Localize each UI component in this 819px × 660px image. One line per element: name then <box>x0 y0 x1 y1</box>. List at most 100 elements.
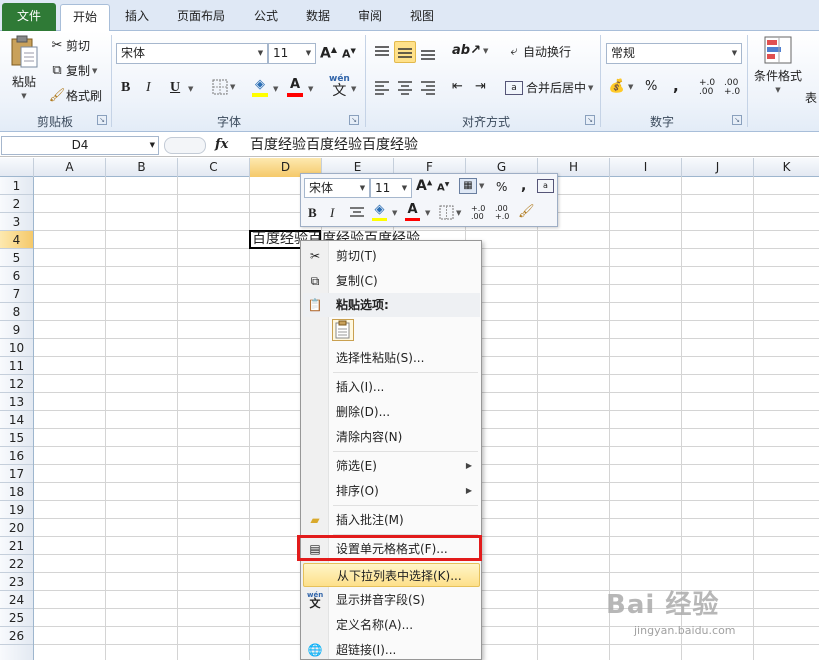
row-header[interactable]: 12 <box>0 375 33 393</box>
mini-font-combo[interactable]: 宋体 ▼ <box>304 178 370 198</box>
fill-color-button[interactable]: ◈ <box>252 77 268 97</box>
chevron-down-icon[interactable]: ▼ <box>150 137 155 154</box>
tab-home[interactable]: 开始 <box>60 4 110 32</box>
align-top-button[interactable] <box>373 43 391 61</box>
row-header[interactable]: 24 <box>0 591 33 609</box>
chevron-down-icon[interactable]: ▼ <box>398 179 411 198</box>
mini-shrink-font-button[interactable]: A▼ <box>437 181 449 193</box>
comma-button[interactable]: , <box>673 77 679 95</box>
menu-item-hyperlink[interactable]: 🌐 超链接(I)... <box>303 638 480 660</box>
menu-item-delete[interactable]: 删除(D)... <box>303 400 480 424</box>
column-header[interactable]: B <box>106 158 178 177</box>
mini-border-button[interactable]: ▼ <box>439 205 461 220</box>
row-header[interactable]: 13 <box>0 393 33 411</box>
menu-item-sort[interactable]: 排序(O) ▶ <box>303 479 480 503</box>
format-painter-button[interactable]: 🖌 格式刷 <box>48 87 102 104</box>
row-header[interactable]: 8 <box>0 303 33 321</box>
menu-item-define-name[interactable]: 定义名称(A)... <box>303 613 480 637</box>
dialog-launcher-icon[interactable]: ↘ <box>585 115 595 125</box>
mini-increase-decimal-button[interactable]: +.0 .00 <box>471 205 489 221</box>
tab-view[interactable]: 视图 <box>400 4 444 31</box>
border-button[interactable]: ▼ <box>212 79 235 95</box>
column-header[interactable]: J <box>682 158 754 177</box>
formula-bar-splitter[interactable] <box>164 137 206 154</box>
font-name-combo[interactable]: 宋体 ▼ <box>116 43 268 64</box>
bold-button[interactable]: B <box>121 80 130 96</box>
conditional-format-button[interactable]: 条件格式 ▼ <box>752 35 804 94</box>
mini-font-color-dropdown[interactable]: ▼ <box>423 209 430 217</box>
formula-input[interactable]: 百度经验百度经验百度经验 <box>250 136 418 155</box>
menu-item-filter[interactable]: 筛选(E) ▶ <box>303 454 480 478</box>
chevron-down-icon[interactable]: ▼ <box>254 44 267 63</box>
phonetic-dropdown[interactable]: ▼ <box>349 85 356 93</box>
align-middle-button[interactable] <box>394 41 416 63</box>
row-header[interactable]: 16 <box>0 447 33 465</box>
column-header[interactable]: K <box>754 158 819 177</box>
tab-formulas[interactable]: 公式 <box>244 4 288 31</box>
paste-option-button[interactable] <box>332 319 354 341</box>
shrink-font-button[interactable]: A▼ <box>342 47 356 61</box>
tab-page-layout[interactable]: 页面布局 <box>166 4 236 31</box>
row-header-active[interactable]: 4 <box>0 231 33 249</box>
mini-cell-style-button[interactable]: ▦ ▼ <box>459 178 484 194</box>
menu-item-pick-from-list[interactable]: 从下拉列表中选择(K)... <box>303 563 480 587</box>
grow-font-button[interactable]: A▲ <box>320 45 337 62</box>
paste-button[interactable]: 粘贴 ▼ <box>6 35 42 109</box>
row-header[interactable]: 3 <box>0 213 33 231</box>
mini-fill-color-button[interactable]: ◈ <box>372 202 387 221</box>
mini-bold-button[interactable]: B <box>308 205 317 221</box>
font-size-combo[interactable]: 11 ▼ <box>268 43 316 64</box>
row-header[interactable]: 19 <box>0 501 33 519</box>
align-right-button[interactable] <box>419 79 437 95</box>
row-header[interactable]: 15 <box>0 429 33 447</box>
tab-review[interactable]: 审阅 <box>348 4 392 31</box>
row-header[interactable]: 21 <box>0 537 33 555</box>
row-header[interactable]: 9 <box>0 321 33 339</box>
row-header[interactable]: 5 <box>0 249 33 267</box>
mini-fill-dropdown[interactable]: ▼ <box>390 209 397 217</box>
mini-italic-button[interactable]: I <box>330 205 334 221</box>
row-header[interactable]: 2 <box>0 195 33 213</box>
column-header[interactable]: C <box>178 158 250 177</box>
tab-file[interactable]: 文件 <box>2 3 56 31</box>
orientation-button[interactable]: ab↗ ▼ <box>452 43 488 59</box>
chevron-down-icon[interactable]: ▼ <box>356 179 369 198</box>
accounting-format-button[interactable]: 💰 ▼ <box>608 79 633 95</box>
row-header[interactable]: 23 <box>0 573 33 591</box>
mini-merge-button[interactable]: a <box>537 179 554 193</box>
underline-button[interactable]: U <box>170 80 180 96</box>
menu-item-insert-comment[interactable]: ▰ 插入批注(M) <box>303 508 480 532</box>
mini-center-button[interactable] <box>349 206 365 220</box>
chevron-down-icon[interactable]: ▼ <box>728 44 741 63</box>
mini-comma-button[interactable]: , <box>521 178 526 194</box>
phonetic-button[interactable]: wén 文 <box>329 75 350 99</box>
name-box[interactable]: D4 ▼ <box>1 136 159 155</box>
select-all-corner[interactable] <box>0 158 34 177</box>
percent-button[interactable]: % <box>645 79 657 94</box>
insert-function-button[interactable]: fx <box>215 137 228 152</box>
mini-size-combo[interactable]: 11 ▼ <box>370 178 412 198</box>
dialog-launcher-icon[interactable]: ↘ <box>349 115 359 125</box>
mini-decrease-decimal-button[interactable]: .00 +.0 <box>495 205 513 221</box>
format-as-table-button[interactable]: 表 <box>805 89 817 106</box>
increase-decimal-button[interactable]: +.0 .00 <box>699 79 719 97</box>
column-header[interactable]: I <box>610 158 682 177</box>
fill-color-dropdown[interactable]: ▼ <box>271 85 278 93</box>
row-header[interactable]: 1 <box>0 177 33 195</box>
dialog-launcher-icon[interactable]: ↘ <box>97 115 107 125</box>
row-header[interactable]: 7 <box>0 285 33 303</box>
row-header[interactable]: 14 <box>0 411 33 429</box>
tab-data[interactable]: 数据 <box>296 4 340 31</box>
italic-button[interactable]: I <box>146 80 151 96</box>
copy-button[interactable]: ⧉ 复制 ▼ <box>48 62 97 79</box>
mini-font-color-button[interactable]: A <box>405 202 420 221</box>
merge-center-button[interactable]: a 合并后居中 ▼ <box>505 79 593 96</box>
menu-item-clear-contents[interactable]: 清除内容(N) <box>303 425 480 449</box>
menu-item-cut[interactable]: ✂ 剪切(T) <box>303 244 480 268</box>
mini-grow-font-button[interactable]: A▲ <box>416 178 432 194</box>
font-color-dropdown[interactable]: ▼ <box>306 85 313 93</box>
row-header[interactable]: 25 <box>0 609 33 627</box>
align-left-button[interactable] <box>373 79 391 95</box>
increase-indent-button[interactable]: ⇥ <box>475 79 486 95</box>
align-bottom-button[interactable] <box>419 43 437 61</box>
